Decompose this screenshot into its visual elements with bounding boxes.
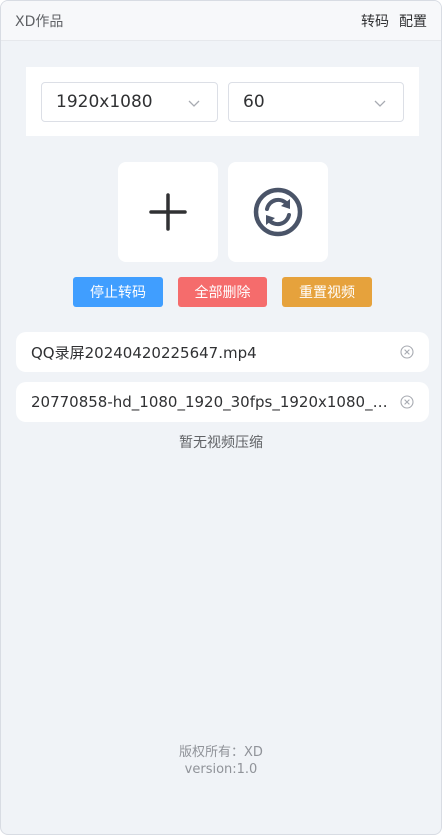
resolution-select[interactable]: 1920x1080 — [41, 82, 218, 122]
footer: 版权所有：XD version:1.0 — [1, 744, 441, 778]
menu-item-transcode[interactable]: 转码 — [361, 11, 389, 31]
file-list-item: QQ录屏20240420225647.mp4 — [16, 332, 429, 372]
version-text: version:1.0 — [184, 762, 258, 777]
add-video-button[interactable] — [118, 162, 218, 262]
circle-close-icon[interactable] — [400, 345, 414, 359]
copyright-text: 版权所有：XD — [179, 745, 263, 760]
stop-transcode-button[interactable]: 停止转码 — [73, 277, 163, 307]
app-header: XD作品 转码 配置 — [1, 1, 441, 41]
fps-value: 60 — [243, 92, 265, 112]
app-title: XD作品 — [15, 13, 64, 30]
chevron-down-icon — [188, 100, 200, 107]
fps-select[interactable]: 60 — [228, 82, 404, 122]
settings-panel: 1920x1080 60 — [26, 67, 419, 136]
refresh-button[interactable] — [228, 162, 328, 262]
file-name: QQ录屏20240420225647.mp4 — [31, 343, 257, 362]
delete-all-button[interactable]: 全部删除 — [178, 277, 267, 307]
circle-close-icon[interactable] — [400, 395, 414, 409]
resolution-value: 1920x1080 — [56, 92, 153, 112]
app-window: XD作品 转码 配置 1920x1080 60 停止转码 全部删除 重置视频 Q… — [0, 0, 442, 835]
chevron-down-icon — [374, 100, 386, 107]
refresh-icon — [253, 187, 303, 237]
reset-video-button[interactable]: 重置视频 — [282, 277, 372, 307]
plus-icon — [149, 193, 187, 231]
file-name: 20770858-hd_1080_1920_30fps_1920x1080_60… — [31, 393, 389, 411]
menu-item-config[interactable]: 配置 — [399, 11, 427, 31]
header-menu: 转码 配置 — [361, 11, 427, 31]
empty-status-text: 暂无视频压缩 — [179, 435, 263, 451]
file-list-item: 20770858-hd_1080_1920_30fps_1920x1080_60… — [16, 382, 429, 422]
